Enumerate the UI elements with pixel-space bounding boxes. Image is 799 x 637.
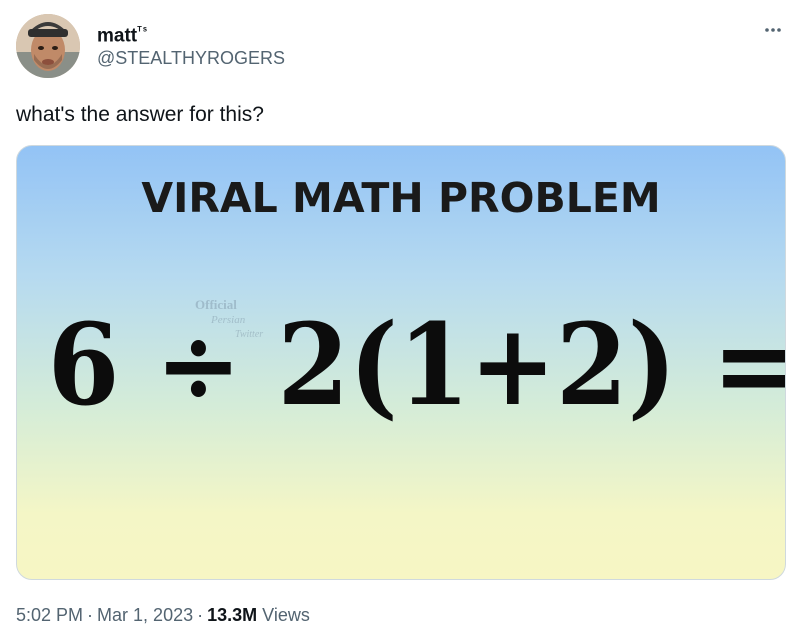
display-name-suffix: ᵀˢ: [137, 25, 149, 37]
display-name-text: matt: [97, 25, 138, 47]
meta-separator: ·: [87, 605, 94, 625]
tweet-text: what's the answer for this?: [16, 103, 264, 126]
more-horizontal-icon: [765, 28, 781, 32]
math-equation: 6 ÷ 2(1+2) =: [47, 300, 786, 431]
views-label: Views: [262, 605, 310, 625]
display-name[interactable]: mattᵀˢ: [97, 19, 148, 48]
tweet: mattᵀˢ @STEALTHYROGERS what's the answer…: [0, 0, 799, 637]
meta-separator: ·: [197, 605, 204, 625]
avatar-image: [16, 14, 80, 78]
tweet-date: Mar 1, 2023: [97, 605, 194, 625]
user-handle[interactable]: @STEALTHYROGERS: [97, 47, 285, 69]
timestamp-link[interactable]: 5:02 PM · Mar 1, 2023: [16, 605, 193, 625]
tweet-time: 5:02 PM: [16, 605, 84, 625]
avatar[interactable]: [16, 14, 80, 78]
more-button[interactable]: [761, 18, 785, 42]
views-count: 13.3M: [207, 605, 258, 625]
tweet-meta: 5:02 PM · Mar 1, 2023 · 13.3M Views: [16, 603, 310, 627]
media-title: VIRAL MATH PROBLEM: [141, 174, 661, 222]
tweet-media-image[interactable]: VIRAL MATH PROBLEM Official Persian Twit…: [16, 145, 786, 580]
